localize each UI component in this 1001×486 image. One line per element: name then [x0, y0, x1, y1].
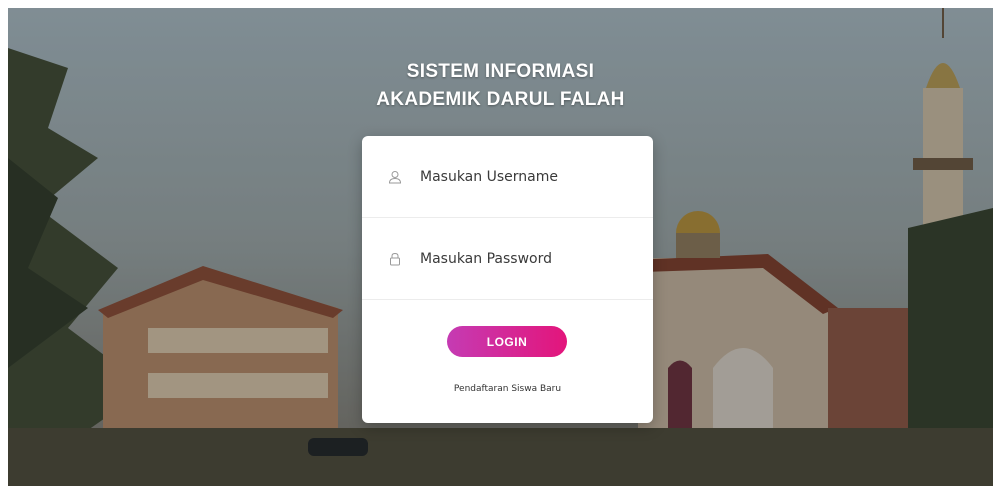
- login-button[interactable]: LOGIN: [447, 326, 567, 357]
- title-line-2: AKADEMIK DARUL FALAH: [376, 89, 625, 110]
- lock-icon: [390, 252, 400, 266]
- user-icon: [388, 171, 402, 184]
- password-field: [362, 218, 653, 300]
- login-page: SISTEM INFORMASI AKADEMIK DARUL FALAH LO…: [8, 8, 993, 486]
- password-input[interactable]: [420, 246, 630, 272]
- student-registration-link[interactable]: Pendaftaran Siswa Baru: [362, 384, 653, 394]
- login-card: LOGIN Pendaftaran Siswa Baru: [362, 136, 653, 423]
- username-field: [362, 136, 653, 218]
- username-input[interactable]: [420, 164, 630, 190]
- title-line-1: SISTEM INFORMASI: [406, 61, 595, 82]
- page-title: SISTEM INFORMASI AKADEMIK DARUL FALAH: [8, 58, 993, 114]
